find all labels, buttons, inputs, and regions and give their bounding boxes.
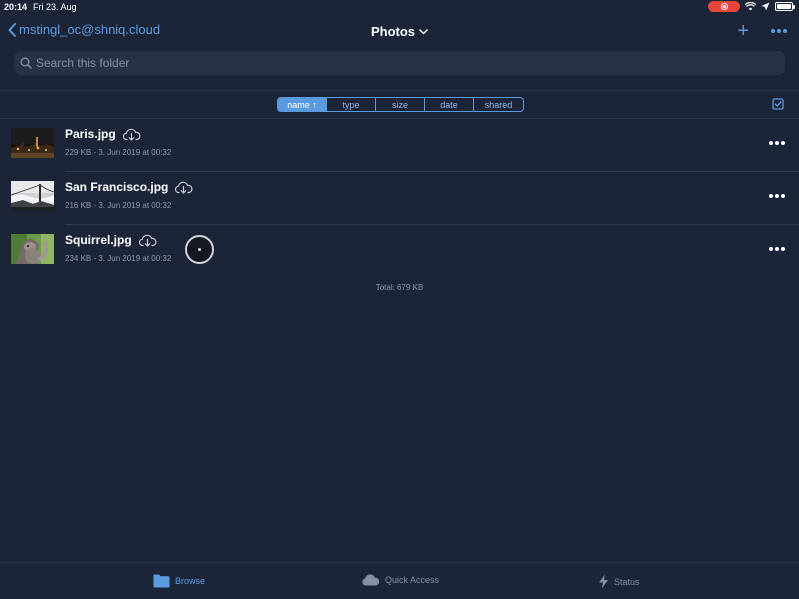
page-title-text: Photos (370, 24, 416, 39)
folder-total-size: Total: 679 KB (375, 283, 424, 292)
bolt-icon (599, 574, 608, 589)
nav-actions: + (737, 21, 787, 41)
file-name: Squirrel.jpg (65, 233, 157, 247)
tab-status[interactable]: Status (598, 574, 640, 589)
screen-recording-icon (708, 1, 740, 12)
status-icons (708, 1, 795, 12)
navigation-bar: mstingl_oc@shniq.cloud Photos + (0, 18, 799, 46)
tab-quick-access[interactable]: Quick Access (361, 574, 439, 586)
sort-by-type[interactable]: type (327, 98, 376, 111)
folder-title-menu[interactable]: Photos (371, 24, 428, 39)
search-field[interactable]: Search this folder (14, 51, 785, 75)
sort-by-size[interactable]: size (376, 98, 425, 111)
sort-by-shared[interactable]: shared (474, 98, 523, 111)
thumbnail-san-francisco (11, 181, 54, 211)
tab-bar: Browse Quick Access Status (0, 562, 799, 599)
chevron-down-icon (419, 28, 428, 35)
file-row-paris[interactable]: Paris.jpg 229 KB - 3. Jun 2019 at 00:32 (0, 119, 799, 172)
file-row-squirrel[interactable]: Squirrel.jpg 234 KB - 3. Jun 2019 at 00:… (0, 225, 799, 278)
folder-icon (153, 574, 170, 588)
cloud-download-icon[interactable] (122, 128, 141, 141)
status-date: Fri 23. Aug (33, 2, 77, 12)
file-row-san-francisco[interactable]: San Francisco.jpg 216 KB - 3. Jun 2019 a… (0, 172, 799, 225)
file-meta: 229 KB - 3. Jun 2019 at 00:32 (65, 148, 172, 157)
cloud-download-icon[interactable] (174, 181, 193, 194)
file-name: Paris.jpg (65, 127, 141, 141)
select-checkbox-icon[interactable] (772, 98, 784, 110)
location-arrow-icon (761, 2, 770, 11)
divider (0, 90, 799, 91)
file-name: San Francisco.jpg (65, 180, 193, 194)
tab-browse[interactable]: Browse (153, 574, 205, 588)
cloud-download-icon[interactable] (138, 234, 157, 247)
search-placeholder: Search this folder (36, 56, 130, 70)
thumbnail-paris (11, 128, 54, 158)
row-more-icon[interactable] (769, 141, 785, 145)
touch-indicator (185, 235, 214, 264)
page-title: Photos (0, 24, 799, 39)
add-icon[interactable]: + (737, 21, 749, 41)
cloud-icon (362, 574, 380, 586)
status-time: 20:14 (4, 2, 28, 12)
row-more-icon[interactable] (769, 247, 785, 251)
status-bar: 20:14 Fri 23. Aug (0, 0, 799, 14)
battery-icon (775, 2, 795, 11)
file-meta: 234 KB - 3. Jun 2019 at 00:32 (65, 254, 172, 263)
file-meta: 216 KB - 3. Jun 2019 at 00:32 (65, 201, 172, 210)
row-more-icon[interactable] (769, 194, 785, 198)
search-icon (20, 57, 32, 69)
sort-by-name[interactable]: name ↑ (278, 98, 327, 111)
wifi-icon (745, 2, 756, 11)
thumbnail-squirrel (11, 234, 54, 264)
more-options-icon[interactable] (771, 29, 787, 33)
sort-segmented-control: name ↑ type size date shared (277, 97, 524, 112)
sort-by-date[interactable]: date (425, 98, 474, 111)
